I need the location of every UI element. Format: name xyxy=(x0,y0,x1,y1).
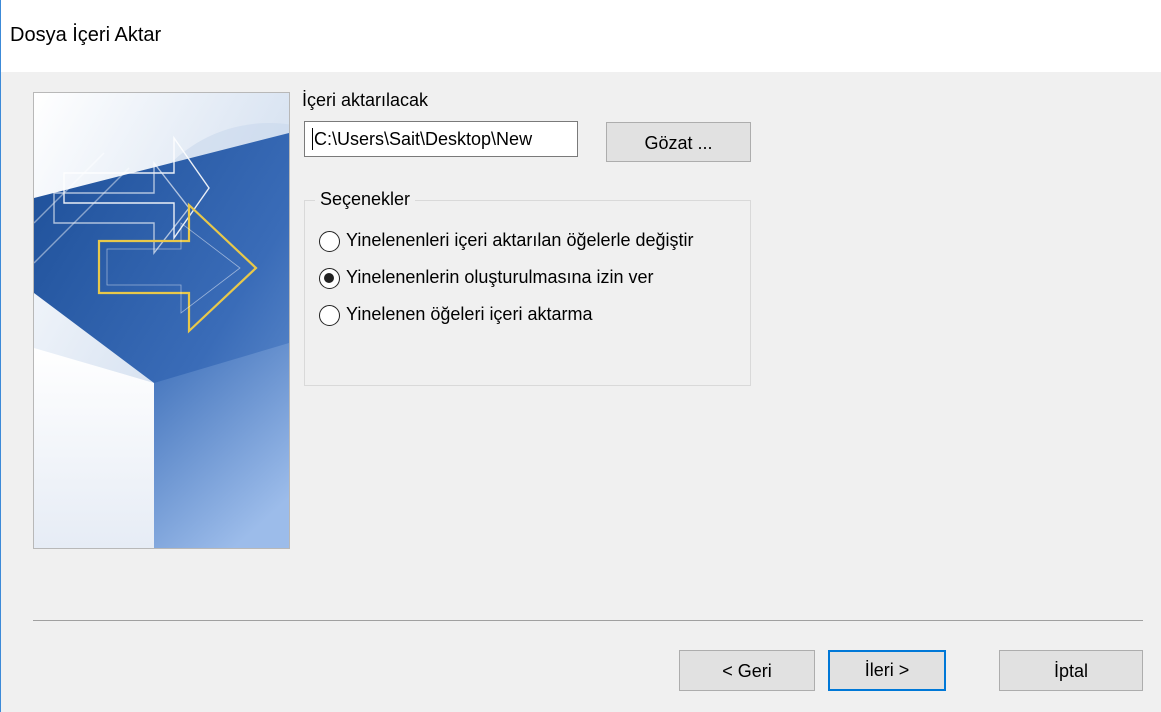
option-replace-duplicates[interactable]: Yinelenenleri içeri aktarılan öğelerle d… xyxy=(318,228,750,265)
option-label: Yinelenenlerin oluşturulmasına izin ver xyxy=(346,267,654,287)
option-allow-duplicates[interactable]: Yinelenenlerin oluşturulmasına izin ver xyxy=(318,265,750,302)
browse-button[interactable]: Gözat ... xyxy=(606,122,751,162)
options-radio-group: Yinelenenleri içeri aktarılan öğelerle d… xyxy=(318,228,750,339)
next-button[interactable]: İleri > xyxy=(828,650,946,691)
radio-button[interactable] xyxy=(319,305,340,326)
cancel-button[interactable]: İptal xyxy=(999,650,1143,691)
option-label: Yinelenenleri içeri aktarılan öğelerle d… xyxy=(346,230,694,250)
back-button[interactable]: < Geri xyxy=(679,650,815,691)
title-bar: Dosya İçeri Aktar xyxy=(1,0,1161,72)
import-file-dialog: Dosya İçeri Aktar İçeri aktarılacak C:\U… xyxy=(0,0,1161,712)
radio-button[interactable] xyxy=(319,231,340,252)
option-label: Yinelenen öğeleri içeri aktarma xyxy=(346,304,593,324)
dialog-title: Dosya İçeri Aktar xyxy=(10,24,162,46)
import-path-input[interactable]: C:\Users\Sait\Desktop\New xyxy=(304,121,578,157)
text-caret xyxy=(312,128,313,150)
import-arrows-illustration xyxy=(33,92,290,549)
import-path-value: C:\Users\Sait\Desktop\New xyxy=(314,129,533,149)
import-path-label: İçeri aktarılacak xyxy=(302,90,429,110)
option-do-not-import-duplicates[interactable]: Yinelenen öğeleri içeri aktarma xyxy=(318,302,750,339)
footer-separator xyxy=(33,620,1143,621)
radio-button-checked[interactable] xyxy=(319,268,340,289)
options-legend: Seçenekler xyxy=(315,189,416,210)
